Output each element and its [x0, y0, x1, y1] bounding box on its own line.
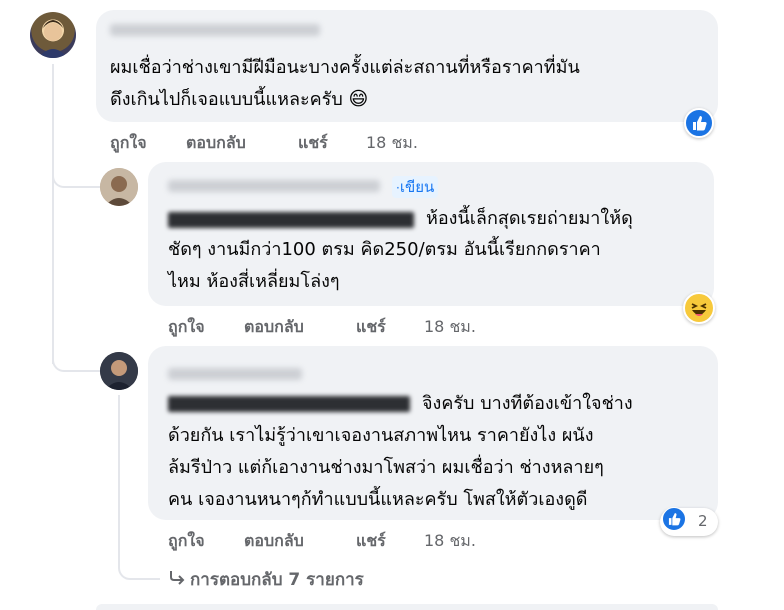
- like-button[interactable]: ถูกใจ: [110, 131, 147, 156]
- timestamp[interactable]: 18 ชม.: [424, 315, 476, 340]
- thread-connector: [118, 540, 160, 580]
- thread-line: [118, 395, 120, 545]
- avatar-image-icon: [100, 168, 138, 206]
- avatar-image-icon: [38, 20, 68, 58]
- haha-reaction-icon[interactable]: [683, 292, 715, 324]
- like-button[interactable]: ถูกใจ: [168, 529, 205, 554]
- mention-tag[interactable]: [168, 396, 410, 412]
- comment-actions: ถูกใจ ตอบกลับ แชร์ 18 ชม.: [168, 315, 528, 337]
- avatar[interactable]: [30, 12, 76, 58]
- like-reaction-icon[interactable]: [684, 108, 714, 138]
- avatar[interactable]: [100, 168, 138, 206]
- thread-connector: [52, 150, 102, 188]
- like-reaction-icon: [662, 507, 686, 531]
- comment-actions: ถูกใจ ตอบกลับ แชร์ 18 ชม.: [110, 131, 470, 153]
- avatar[interactable]: [100, 352, 138, 390]
- author-tag[interactable]: ·เขียน: [392, 176, 439, 198]
- comment-text-line: ล้มรีป่าว แต่ก้เอางานช่างมาโพสว่า ผมเชื่…: [168, 457, 604, 478]
- view-replies-label: การตอบกลับ 7 รายการ: [190, 570, 364, 590]
- comment-text: ดึงเกินไปก็เจอแบบนี้แหละครับ: [110, 89, 343, 110]
- comment-text-line: ดึงเกินไปก็เจอแบบนี้แหละครับ 😄: [110, 84, 368, 115]
- author-tag-label: เขียน: [399, 178, 435, 196]
- thread-line: [52, 64, 54, 364]
- share-button[interactable]: แชร์: [356, 315, 386, 340]
- comment-text-line: ผมเชื่อว่าช่างเขามีฝีมือนะบางครั้งแต่ล่ะ…: [110, 57, 580, 78]
- thread-connector: [52, 330, 102, 372]
- reaction-summary[interactable]: 2: [660, 507, 718, 536]
- commenter-name[interactable]: [168, 368, 302, 380]
- next-comment-edge: [96, 604, 718, 610]
- reply-button[interactable]: ตอบกลับ: [244, 529, 304, 554]
- comment-text-line: ห้องนี้เล็กสุดเรยถ่ายมาให้ดุ: [426, 208, 633, 229]
- share-button[interactable]: แชร์: [356, 529, 386, 554]
- comment-text-line: จิงครับ บางทีต้องเข้าใจช่าง: [422, 393, 633, 414]
- reply-button[interactable]: ตอบกลับ: [244, 315, 304, 340]
- comment-text-line: ไหม ห้องสี่เหลี่ยมโล่งๆ: [168, 271, 340, 292]
- timestamp[interactable]: 18 ชม.: [424, 529, 476, 554]
- reply-arrow-icon: [168, 569, 190, 590]
- comment-text-line: คน เจองานหนาๆก้ทำแบบนี้แหละครับ โพสให้ตั…: [168, 489, 588, 510]
- view-replies-link[interactable]: การตอบกลับ 7 รายการ: [168, 566, 364, 593]
- grin-emoji-icon: 😄: [348, 88, 369, 110]
- mention-tag[interactable]: [168, 212, 414, 228]
- timestamp[interactable]: 18 ชม.: [366, 131, 418, 156]
- commenter-name[interactable]: [110, 24, 320, 36]
- avatar-image-icon: [100, 352, 138, 390]
- comment-text-line: ด้วยกัน เราไม่รู้ว่าเขาเจองานสภาพไหน ราค…: [168, 425, 594, 446]
- comment-text-line: ชัดๆ งานมีกว่า100 ตรม คิด250/ตรม อันนี้เ…: [168, 239, 601, 260]
- commenter-name[interactable]: [168, 180, 380, 192]
- like-button[interactable]: ถูกใจ: [168, 315, 205, 340]
- reaction-count: 2: [698, 512, 708, 530]
- share-button[interactable]: แชร์: [298, 131, 328, 156]
- comment-actions: ถูกใจ ตอบกลับ แชร์ 18 ชม.: [168, 529, 528, 551]
- reply-button[interactable]: ตอบกลับ: [186, 131, 246, 156]
